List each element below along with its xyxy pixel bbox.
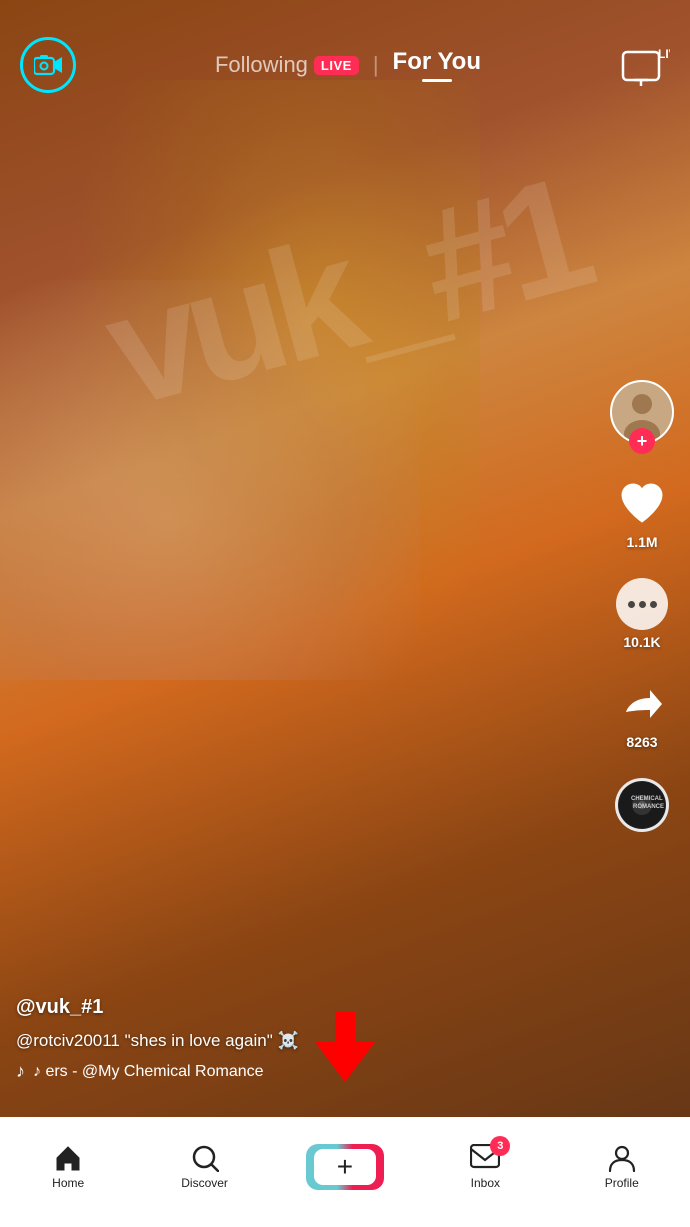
comment-count: 10.1K (623, 634, 660, 650)
like-icon-wrap (616, 478, 668, 530)
share-action[interactable]: 8263 (616, 678, 668, 750)
profile-icon (608, 1144, 636, 1172)
inbox-badge-container: 3 (470, 1144, 500, 1172)
for-you-label: For You (393, 48, 481, 75)
live-tv-button[interactable]: LIVE (620, 44, 670, 86)
navigation-tabs: Following LIVE | For You (215, 48, 481, 82)
camera-button[interactable] (20, 37, 76, 93)
share-count: 8263 (626, 734, 657, 750)
music-disc-icon: CHEMICAL ROMANCE (618, 781, 666, 829)
comment-action[interactable]: 10.1K (616, 578, 668, 650)
following-label: Following (215, 52, 308, 78)
live-tv-icon: LIVE (620, 44, 670, 86)
create-button[interactable]: + (306, 1144, 384, 1190)
creator-avatar-container[interactable]: + (610, 380, 674, 444)
live-badge: LIVE (314, 56, 359, 75)
like-action[interactable]: 1.1M (616, 478, 668, 550)
share-arrow-icon (618, 680, 666, 728)
svg-text:LIVE: LIVE (658, 47, 670, 61)
music-row[interactable]: ♪ ♪ ers - @My Chemical Romance (16, 1061, 600, 1082)
hand-overlay (0, 280, 420, 680)
home-icon (54, 1144, 82, 1172)
swipe-arrow (315, 1012, 375, 1087)
svg-text:ROMANCE: ROMANCE (633, 804, 664, 810)
bottom-navigation: Home Discover + 3 Inbox (0, 1117, 690, 1227)
for-you-underline (422, 79, 452, 82)
right-sidebar: + 1.1M 10.1K 8263 (610, 380, 674, 832)
red-down-arrow-icon (315, 1012, 375, 1082)
music-text: ♪ ers - @My Chemical Romance (33, 1063, 264, 1081)
inbox-notification-badge: 3 (490, 1136, 510, 1156)
username[interactable]: @vuk_#1 (16, 996, 600, 1019)
follow-button[interactable]: + (629, 428, 655, 454)
inbox-label: Inbox (471, 1176, 500, 1190)
comment-icon (616, 578, 668, 630)
for-you-tab[interactable]: For You (393, 48, 481, 82)
discover-label: Discover (181, 1176, 228, 1190)
following-tab[interactable]: Following LIVE (215, 52, 359, 78)
nav-profile[interactable]: Profile (587, 1144, 657, 1190)
caption: @rotciv20011 "shes in love again" ☠️ (16, 1029, 600, 1053)
music-note-icon: ♪ (16, 1061, 25, 1082)
share-icon (616, 678, 668, 730)
home-label: Home (52, 1176, 84, 1190)
music-disc[interactable]: CHEMICAL ROMANCE (615, 778, 669, 832)
nav-create[interactable]: + (306, 1144, 384, 1190)
three-dots (628, 601, 657, 608)
profile-label: Profile (605, 1176, 639, 1190)
bottom-info: @vuk_#1 @rotciv20011 "shes in love again… (16, 996, 600, 1082)
create-button-inner: + (314, 1149, 376, 1185)
plus-icon: + (337, 1153, 353, 1181)
top-bar: Following LIVE | For You LIVE (0, 0, 690, 110)
camera-icon (34, 54, 62, 76)
discover-icon (191, 1144, 219, 1172)
nav-discover[interactable]: Discover (170, 1144, 240, 1190)
heart-icon (619, 482, 665, 526)
nav-inbox[interactable]: 3 Inbox (450, 1144, 520, 1190)
like-count: 1.1M (626, 534, 657, 550)
svg-text:CHEMICAL: CHEMICAL (631, 796, 663, 802)
nav-home[interactable]: Home (33, 1144, 103, 1190)
nav-divider: | (373, 52, 379, 78)
